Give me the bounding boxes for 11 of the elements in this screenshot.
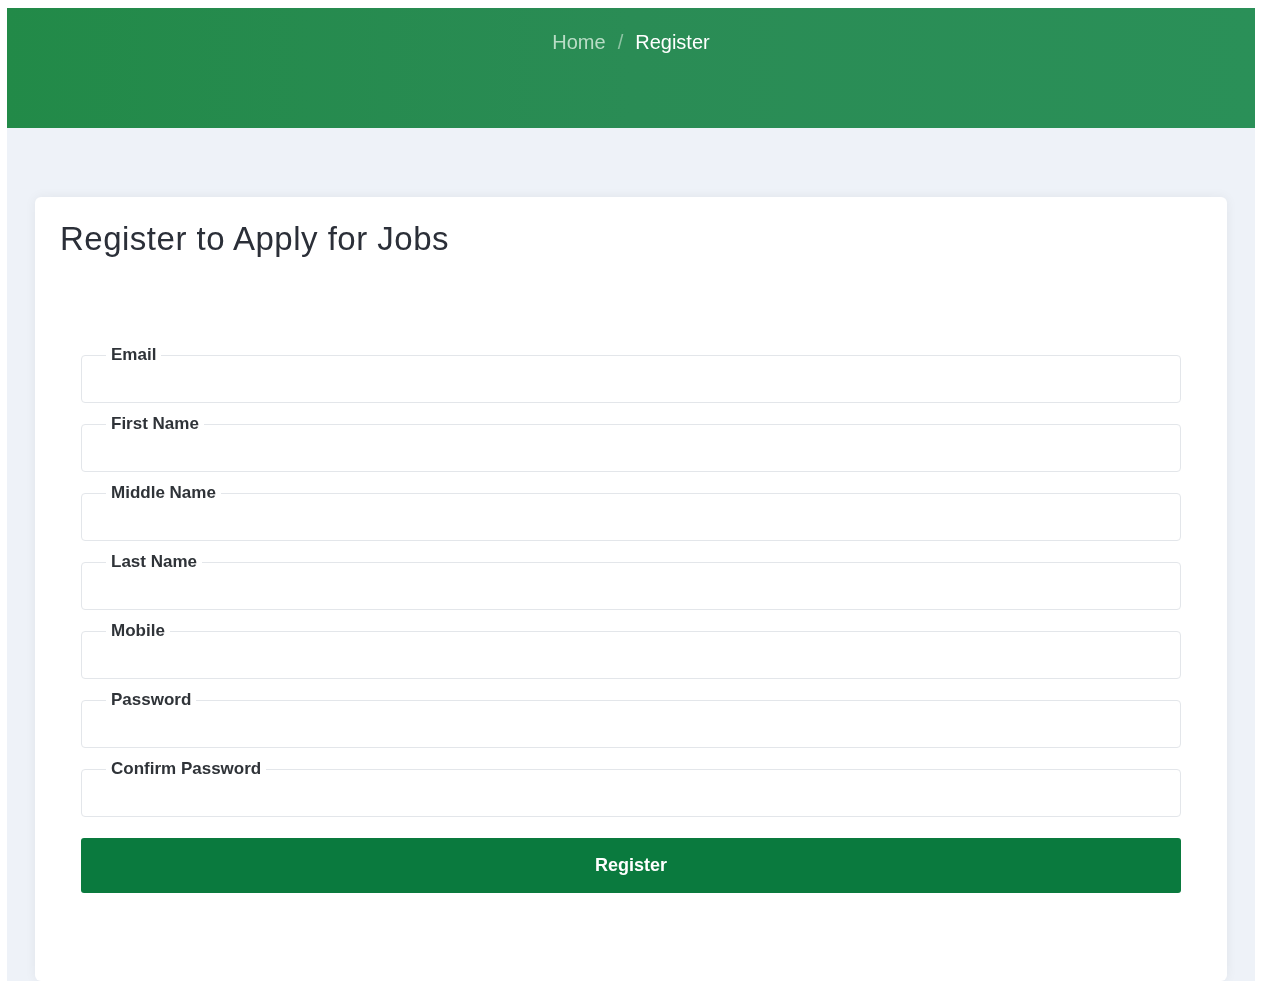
field-label: Mobile [110,620,166,642]
form-title: Register to Apply for Jobs [60,219,451,259]
field-label: Password [110,689,193,711]
breadcrumb-separator: / [617,30,624,55]
breadcrumb-link[interactable]: Register [635,28,710,56]
field-label: First Name [110,413,200,435]
field-label: Confirm Password [110,758,263,780]
register-button[interactable]: Register [81,838,1181,893]
field-label: Middle Name [110,482,217,504]
field-label: Last Name [110,551,198,573]
field-label: Email [110,344,158,366]
